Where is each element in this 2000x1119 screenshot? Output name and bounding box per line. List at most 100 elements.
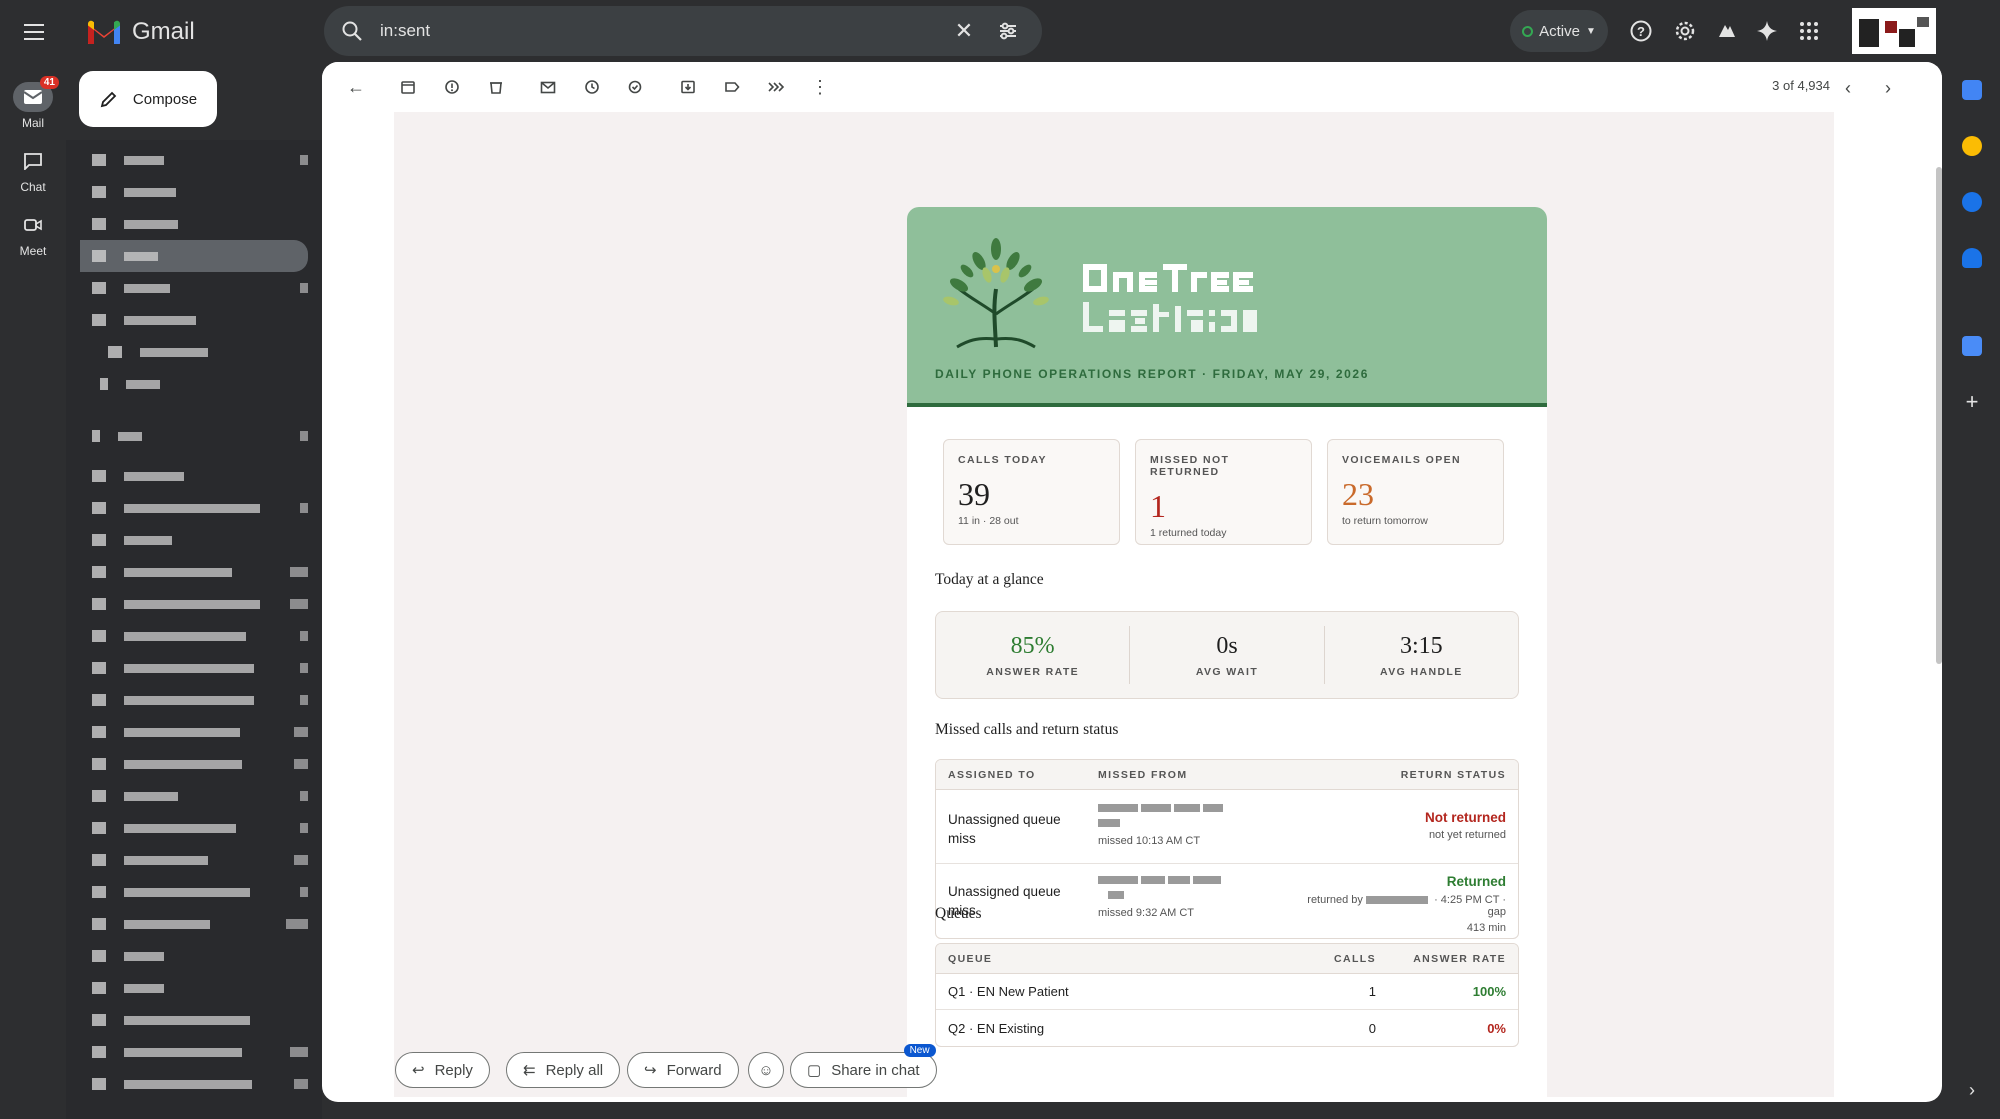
sidebar-item[interactable] bbox=[80, 974, 308, 1002]
sidebar-item[interactable] bbox=[80, 370, 308, 398]
sidebar-item[interactable] bbox=[80, 422, 308, 450]
back-arrow-icon[interactable]: ← bbox=[336, 67, 376, 107]
table-row: Q1 · EN New Patient 1 100% bbox=[936, 974, 1518, 1010]
sidebar-item[interactable] bbox=[80, 718, 308, 746]
share-in-chat-button[interactable]: ▢ Share in chat New bbox=[790, 1044, 937, 1088]
glance-value: 85% bbox=[1010, 632, 1055, 659]
col-header: QUEUE bbox=[948, 952, 993, 965]
assigned-to: Unassigned queue miss bbox=[948, 884, 1061, 918]
sidebar-item[interactable] bbox=[80, 338, 308, 366]
sidebar-item[interactable] bbox=[80, 558, 308, 586]
sidebar-item[interactable] bbox=[80, 814, 308, 842]
apps-grid-icon[interactable] bbox=[1792, 14, 1826, 48]
main-menu-button[interactable] bbox=[18, 16, 50, 48]
settings-gear-icon[interactable] bbox=[1668, 14, 1702, 48]
app-name: Gmail bbox=[132, 18, 195, 45]
rail-meet[interactable]: Meet bbox=[0, 210, 66, 258]
status-chip[interactable]: Active ▼ bbox=[1510, 10, 1608, 52]
sidebar-item[interactable] bbox=[80, 1038, 308, 1066]
sidebar-item[interactable] bbox=[80, 526, 308, 554]
missed-title: Missed calls and return status bbox=[935, 721, 1119, 738]
report-banner: DAILY PHONE OPERATIONS REPORT · FRIDAY, … bbox=[907, 207, 1547, 407]
reply-button[interactable]: ↩ Reply bbox=[395, 1052, 490, 1088]
sidebar-item[interactable] bbox=[80, 686, 308, 714]
sidebar-item[interactable] bbox=[80, 782, 308, 810]
sidebar-item[interactable] bbox=[80, 750, 308, 778]
glance-avg-wait: 0s AVG WAIT bbox=[1130, 626, 1325, 684]
stat-missed-not-returned: MISSED NOT RETURNED 1 1 returned today bbox=[1135, 439, 1312, 545]
status-dot-icon bbox=[1522, 25, 1534, 37]
chevron-right-icon[interactable]: › bbox=[1868, 68, 1908, 108]
filter-forward-icon[interactable] bbox=[756, 67, 796, 107]
sidebar-item[interactable] bbox=[80, 878, 308, 906]
zoom-app-icon[interactable] bbox=[1962, 336, 1982, 356]
gemini-sparkle-icon[interactable] bbox=[1750, 14, 1784, 48]
glance-label: AVG WAIT bbox=[1195, 665, 1259, 678]
delete-trash-icon[interactable] bbox=[476, 67, 516, 107]
glance-label: ANSWER RATE bbox=[986, 665, 1080, 678]
sidebar-item[interactable] bbox=[80, 1006, 308, 1034]
gmail-logo[interactable]: Gmail bbox=[86, 14, 195, 50]
redacted-phone-2 bbox=[1098, 817, 1274, 829]
svg-text:?: ? bbox=[1637, 24, 1645, 39]
col-header: ANSWER RATE bbox=[1413, 952, 1506, 965]
queue-name: Q1 · EN New Patient bbox=[948, 984, 1069, 999]
sidebar-item[interactable] bbox=[80, 462, 308, 490]
sidebar-item[interactable] bbox=[80, 210, 308, 238]
add-task-icon[interactable] bbox=[616, 67, 656, 107]
sidebar-item[interactable] bbox=[80, 910, 308, 938]
move-to-icon[interactable] bbox=[668, 67, 708, 107]
snooze-clock-icon[interactable] bbox=[572, 67, 612, 107]
report-spam-icon[interactable] bbox=[432, 67, 472, 107]
sidebar-item[interactable] bbox=[80, 146, 308, 174]
col-header: ASSIGNED TO bbox=[948, 768, 1036, 781]
sidebar-item[interactable] bbox=[80, 178, 308, 206]
tree-logo-icon bbox=[943, 238, 1049, 349]
tasks-icon[interactable] bbox=[1962, 192, 1982, 212]
rail-chat-label: Chat bbox=[20, 180, 46, 194]
search-input[interactable] bbox=[380, 21, 938, 41]
compose-button[interactable]: Compose bbox=[79, 71, 217, 127]
email-body: DAILY PHONE OPERATIONS REPORT · FRIDAY, … bbox=[394, 112, 1834, 1097]
table-header: ASSIGNED TO MISSED FROM RETURN STATUS bbox=[936, 760, 1518, 790]
sidebar-item-sent[interactable] bbox=[80, 240, 308, 272]
calendar-icon[interactable] bbox=[1962, 80, 1982, 100]
sidebar-item[interactable] bbox=[80, 590, 308, 618]
forward-button[interactable]: ↪ Forward bbox=[627, 1052, 739, 1088]
more-options-icon[interactable]: ⋮ bbox=[800, 67, 840, 107]
sidebar-item[interactable] bbox=[80, 942, 308, 970]
add-app-icon[interactable]: + bbox=[1962, 391, 1982, 413]
sidebar-item[interactable] bbox=[80, 274, 308, 302]
extension-icon[interactable] bbox=[1710, 14, 1744, 48]
search-options-icon[interactable] bbox=[990, 13, 1026, 49]
sidebar-item[interactable] bbox=[80, 1070, 308, 1098]
contacts-icon[interactable] bbox=[1962, 248, 1982, 268]
label-icon[interactable] bbox=[712, 67, 752, 107]
glance-label: AVG HANDLE bbox=[1380, 665, 1463, 678]
search-bar[interactable]: ✕ bbox=[324, 6, 1042, 56]
rail-chat[interactable]: Chat bbox=[0, 146, 66, 194]
sidebar-item[interactable] bbox=[80, 306, 308, 334]
return-gap: 413 min bbox=[1466, 922, 1506, 934]
rail-mail[interactable]: 41 Mail bbox=[0, 76, 66, 130]
return-detail-prefix: returned by bbox=[1307, 894, 1363, 906]
emoji-button[interactable]: ☺ bbox=[748, 1052, 784, 1088]
sidebar-item[interactable] bbox=[80, 622, 308, 650]
queue-calls: 1 bbox=[1368, 984, 1376, 999]
stat-value: 1 bbox=[1150, 488, 1166, 524]
mark-unread-icon[interactable] bbox=[528, 67, 568, 107]
reply-all-button[interactable]: ⇇ Reply all bbox=[506, 1052, 621, 1088]
chevron-left-icon[interactable]: ‹ bbox=[1828, 68, 1868, 108]
clear-search-icon[interactable]: ✕ bbox=[946, 13, 982, 49]
account-avatar[interactable] bbox=[1852, 8, 1936, 54]
collapse-panel-icon[interactable]: › bbox=[1962, 1080, 1982, 1100]
queues-table: QUEUE CALLS ANSWER RATE Q1 · EN New Pati… bbox=[935, 943, 1519, 1047]
sidebar-item[interactable] bbox=[80, 654, 308, 682]
archive-icon[interactable] bbox=[388, 67, 428, 107]
keep-icon[interactable] bbox=[1962, 136, 1982, 156]
sidebar-item[interactable] bbox=[80, 494, 308, 522]
scrollbar[interactable] bbox=[1936, 167, 1942, 664]
sidebar-item[interactable] bbox=[80, 846, 308, 874]
help-icon[interactable]: ? bbox=[1624, 14, 1658, 48]
redacted-phone bbox=[1098, 802, 1274, 814]
